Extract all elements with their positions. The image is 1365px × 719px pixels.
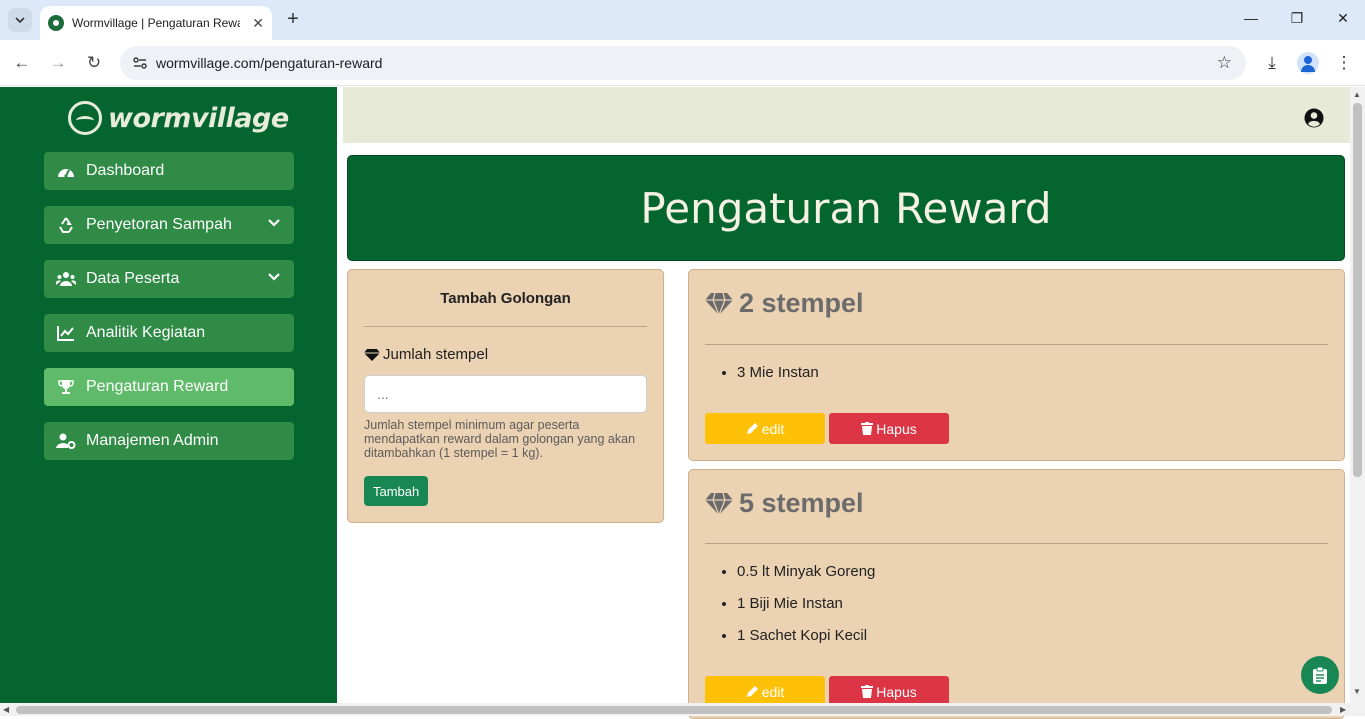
minimize-icon[interactable]: — [1239,10,1263,26]
stamp-count-help-text: Jumlah stempel minimum agar peserta mend… [364,418,636,460]
logo-icon [68,101,102,135]
gem-icon [705,292,733,315]
browser-address-bar: ← → ↻ wormvillage.com/pengaturan-reward … [0,40,1365,86]
pencil-icon [746,423,758,434]
trophy-icon [56,378,76,396]
add-group-button[interactable]: Tambah [364,476,429,506]
download-icon[interactable]: ⤓ [1261,52,1283,74]
line-chart-icon [56,324,76,342]
pencil-icon [746,686,758,697]
add-group-form-card: Tambah Golongan Jumlah stempel Jumlah st… [347,269,664,523]
delete-button-label: Hapus [876,420,917,437]
list-item: 0.5 lt Minyak Goreng [737,563,875,595]
page-header-banner: Pengaturan Reward [347,155,1345,261]
reward-group-title: 2 stempel [705,288,864,319]
stamp-count-label-text: Jumlah stempel [383,346,489,363]
sidebar-item-label: Penyetoran Sampah [86,216,232,233]
sidebar-item-dashboard[interactable]: Dashboard [44,152,294,190]
form-title: Tambah Golongan [440,290,571,307]
sidebar-item-label: Analitik Kegiatan [86,324,206,341]
sidebar-item-label: Dashboard [86,162,165,179]
sidebar-item-penyetoran-sampah[interactable]: Penyetoran Sampah [44,206,294,244]
divider [705,344,1328,345]
main-content: Pengaturan Reward Tambah Golongan Jumlah… [337,87,1350,719]
logo-text: wormvillage [108,102,289,134]
sidebar-item-pengaturan-reward[interactable]: Pengaturan Reward [44,368,294,406]
chevron-down-icon [15,17,25,23]
user-gear-icon [56,432,76,450]
stamp-count-input[interactable] [364,375,647,413]
trash-icon [861,422,874,435]
reward-group-title-text: 5 stempel [739,488,864,518]
edit-button-label: edit [761,683,785,700]
chevron-down-icon[interactable] [268,217,280,229]
users-icon [56,270,76,288]
bookmark-star-icon[interactable]: ☆ [1217,53,1232,73]
chevron-down-icon[interactable] [268,271,280,283]
edit-button[interactable]: edit [705,413,825,444]
reward-items-list: 0.5 lt Minyak Goreng 1 Biji Mie Instan 1… [737,563,875,659]
gauge-icon [56,162,76,180]
delete-button-label: Hapus [876,683,917,700]
scroll-right-icon[interactable]: ▶ [1340,705,1346,714]
new-tab-icon[interactable]: + [282,8,304,30]
clipboard-fab-button[interactable] [1301,656,1339,694]
reward-group-card: 2 stempel 3 Mie Instan edit Hapus [688,269,1345,461]
scroll-left-icon[interactable]: ◀ [3,705,9,714]
tab-search-button[interactable] [8,8,32,32]
trash-icon [861,685,874,698]
site-settings-icon[interactable] [132,55,148,71]
scroll-up-icon[interactable]: ▲ [1353,90,1361,99]
sidebar-item-data-peserta[interactable]: Data Peserta [44,260,294,298]
back-icon[interactable]: ← [11,52,33,74]
url-text: wormvillage.com/pengaturan-reward [156,55,383,71]
edit-button-label: edit [761,420,785,437]
reload-icon[interactable]: ↻ [83,52,105,74]
horizontal-scroll-thumb[interactable] [16,706,1332,714]
clipboard-icon [1313,666,1327,684]
gem-icon [364,348,380,361]
menu-dots-icon[interactable]: ⋮ [1333,52,1355,74]
logo[interactable]: wormvillage [68,101,289,135]
delete-button[interactable]: Hapus [829,413,949,444]
wormvillage-favicon-icon [48,15,64,31]
stamp-count-label: Jumlah stempel [364,346,488,363]
sidebar-item-analitik-kegiatan[interactable]: Analitik Kegiatan [44,314,294,352]
sidebar-item-label: Manajemen Admin [86,432,219,449]
vertical-scrollbar[interactable]: ▲ ▼ [1350,87,1365,703]
list-item: 3 Mie Instan [737,364,819,396]
top-navbar [343,87,1350,143]
reward-group-title: 5 stempel [705,488,864,519]
browser-tab-bar: Wormvillage | Pengaturan Rewa ✕ + — ❐ ✕ [0,0,1365,40]
profile-avatar-icon[interactable] [1297,52,1319,74]
omnibox[interactable]: wormvillage.com/pengaturan-reward ☆ [120,46,1246,80]
close-tab-icon[interactable]: ✕ [252,15,264,32]
list-item: 1 Biji Mie Instan [737,595,875,627]
close-window-icon[interactable]: ✕ [1331,10,1355,27]
tab-title: Wormvillage | Pengaturan Rewa [72,16,240,30]
gem-icon [705,492,733,515]
vertical-scroll-thumb[interactable] [1353,103,1362,477]
sidebar-item-label: Data Peserta [86,270,180,287]
page-title: Pengaturan Reward [640,183,1052,233]
recycle-icon [56,216,76,234]
horizontal-scrollbar[interactable]: ◀ ▶ [0,703,1365,716]
reward-items-list: 3 Mie Instan [737,364,819,396]
list-item: 1 Sachet Kopi Kecil [737,627,875,659]
sidebar-item-manajemen-admin[interactable]: Manajemen Admin [44,422,294,460]
sidebar-item-label: Pengaturan Reward [86,378,229,395]
scroll-down-icon[interactable]: ▼ [1353,687,1361,696]
browser-tab[interactable]: Wormvillage | Pengaturan Rewa ✕ [40,6,272,40]
reward-group-title-text: 2 stempel [739,288,864,318]
forward-icon[interactable]: → [47,52,69,74]
reward-group-card: 5 stempel 0.5 lt Minyak Goreng 1 Biji Mi… [688,469,1345,719]
user-circle-icon[interactable] [1304,108,1324,128]
divider [364,326,647,327]
restore-icon[interactable]: ❐ [1285,10,1309,27]
sidebar: wormvillage Dashboard Penyetoran Sampah … [0,87,337,703]
divider [705,543,1328,544]
